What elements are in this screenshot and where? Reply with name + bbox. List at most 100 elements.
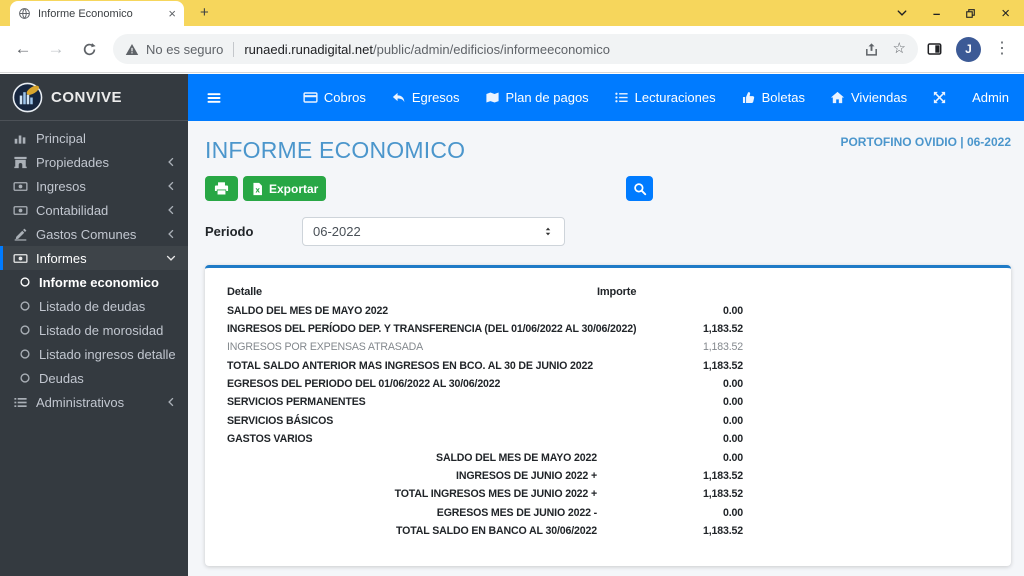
report-row-label: TOTAL SALDO EN BANCO AL 30/06/2022 (227, 522, 597, 540)
navbar-item-plan-de-pagos[interactable]: Plan de pagos (485, 90, 589, 105)
period-label: Periodo (205, 224, 302, 239)
sidebar-item-label: Principal (36, 131, 86, 146)
side-panel-icon[interactable] (926, 41, 943, 57)
sidebar-subitem-label: Listado de morosidad (39, 323, 163, 338)
export-label: Exportar (269, 182, 318, 196)
excel-file-icon (251, 182, 264, 196)
navbar-item-viviendas[interactable]: Viviendas (830, 90, 907, 105)
sidebar-subitem-label: Listado de deudas (39, 299, 145, 314)
window-minimize-button[interactable]: – (933, 6, 940, 21)
app-nav-items: Cobros Egresos Plan de pagos Lecturaciones B… (303, 90, 1009, 105)
select-updown-icon (542, 225, 554, 238)
avatar[interactable]: J (956, 37, 981, 62)
sidebar-item-propiedades[interactable]: Propiedades (0, 150, 188, 174)
navbar-item-label: Viviendas (851, 90, 907, 105)
column-header-detail: Detalle (227, 283, 597, 301)
report-row-label: EGRESOS MES DE JUNIO 2022 - (227, 504, 597, 522)
tab-search-chevron-icon[interactable] (896, 7, 908, 19)
navbar-item-cobros[interactable]: Cobros (303, 90, 366, 105)
thumbs-up-icon (741, 90, 756, 105)
new-tab-button[interactable]: + (200, 4, 209, 21)
report-row-value: 0.00 (597, 448, 743, 466)
sidebar-subitem-listado-de-deudas[interactable]: Listado de deudas (0, 294, 188, 318)
sidebar-subitem-informe-economico[interactable]: Informe economico (0, 270, 188, 294)
navbar-item-label: Cobros (324, 90, 366, 105)
angle-left-icon (162, 205, 179, 215)
report-row-label: INGRESOS POR EXPENSAS ATRASADA (227, 338, 597, 356)
sidebar-item-ingresos[interactable]: Ingresos (0, 174, 188, 198)
report-row-label: SERVICIOS BÁSICOS (227, 412, 597, 430)
hamburger-icon[interactable] (205, 90, 223, 106)
navbar-item-label: Lecturaciones (635, 90, 716, 105)
sidebar-subitem-listado-de-morosidad[interactable]: Listado de morosidad (0, 318, 188, 342)
print-button[interactable] (205, 176, 238, 201)
period-select[interactable]: 06-2022 (302, 217, 565, 246)
browser-tab[interactable]: Informe Economico × (10, 1, 184, 26)
sidebar-item-label: Contabilidad (36, 203, 108, 218)
sidebar-item-principal[interactable]: Principal (0, 126, 188, 150)
globe-icon (18, 7, 31, 20)
sidebar-subitem-listado-ingresos-detalle[interactable]: Listado ingresos detalle (0, 342, 188, 366)
back-icon[interactable]: ← (10, 39, 36, 59)
circle-icon (19, 324, 31, 336)
sidebar-subitem-label: Listado ingresos detalle (39, 347, 176, 362)
expand-arrows-icon (932, 90, 947, 105)
report-row: INGRESOS DEL PERÍODO DEP. Y TRANSFERENCI… (227, 320, 743, 338)
export-button[interactable]: Exportar (243, 176, 326, 201)
report-row-value: 0.00 (597, 504, 743, 522)
navbar-item-lecturaciones[interactable]: Lecturaciones (614, 90, 716, 105)
sidebar-item-gastos-comunes[interactable]: Gastos Comunes (0, 222, 188, 246)
angle-left-icon (162, 181, 179, 191)
report-row-value: 0.00 (597, 393, 743, 411)
report-row-label: TOTAL INGRESOS MES DE JUNIO 2022 + (227, 485, 597, 503)
report-row: TOTAL SALDO EN BANCO AL 30/06/20221,183.… (227, 522, 743, 540)
page-title: INFORME ECONOMICO (205, 137, 465, 164)
search-button[interactable] (626, 176, 653, 201)
convive-logo-icon (12, 82, 43, 113)
share-icon[interactable] (864, 42, 879, 57)
report-row: INGRESOS DE JUNIO 2022 +1,183.52 (227, 467, 743, 485)
angle-left-icon (162, 229, 179, 239)
pen-file-icon (12, 227, 29, 242)
navbar-item-label: Egresos (412, 90, 460, 105)
sidebar-subitem-deudas[interactable]: Deudas (0, 366, 188, 390)
window-close-button[interactable]: × (1001, 5, 1010, 22)
navbar-item-label: Plan de pagos (506, 90, 589, 105)
report-row: SALDO DEL MES DE MAYO 20220.00 (227, 301, 743, 319)
report-card: Detalle Importe SALDO DEL MES DE MAYO 20… (205, 265, 1011, 566)
report-row-label: TOTAL SALDO ANTERIOR MAS INGRESOS EN BCO… (227, 357, 597, 375)
report-row-value: 0.00 (597, 375, 743, 393)
tasks-icon (12, 395, 29, 410)
page-content: INFORME ECONOMICO PORTOFINO OVIDIO | 06-… (188, 121, 1024, 576)
chart-bar-icon (12, 131, 29, 146)
brand-name: CONVIVE (51, 89, 122, 106)
sidebar-item-label: Ingresos (36, 179, 86, 194)
url-bar[interactable]: No es seguro runaedi.runadigital.net /pu… (113, 34, 918, 64)
sidebar-item-informes[interactable]: Informes (0, 246, 188, 270)
navbar-item-admin[interactable]: Admin (972, 90, 1009, 105)
report-row-value: 1,183.52 (597, 338, 743, 356)
circle-icon (19, 300, 31, 312)
forward-icon[interactable]: → (43, 39, 69, 59)
angle-left-icon (162, 397, 179, 407)
report-row: TOTAL SALDO ANTERIOR MAS INGRESOS EN BCO… (227, 357, 743, 375)
navbar-item-expand[interactable] (932, 90, 947, 105)
home-icon (830, 90, 845, 105)
sidebar-item-label: Administrativos (36, 395, 124, 410)
navbar-item-egresos[interactable]: Egresos (391, 90, 460, 105)
tab-close-icon[interactable]: × (168, 6, 176, 21)
navbar-item-boletas[interactable]: Boletas (741, 90, 805, 105)
report-row-label: SERVICIOS PERMANENTES (227, 393, 597, 411)
report-row-value: 1,183.52 (597, 467, 743, 485)
report-row: TOTAL INGRESOS MES DE JUNIO 2022 +1,183.… (227, 485, 743, 503)
divider (233, 42, 234, 57)
sidebar-menu: Principal Propiedades Ingresos Contabilidad… (0, 121, 188, 414)
sidebar-item-administrativos[interactable]: Administrativos (0, 390, 188, 414)
sidebar: CONVIVE Principal Propiedades Ingresos Cont… (0, 74, 188, 576)
sidebar-subitem-label: Informe economico (39, 275, 159, 290)
brand[interactable]: CONVIVE (0, 74, 188, 121)
refresh-icon[interactable] (76, 42, 102, 57)
window-restore-button[interactable] (965, 8, 976, 19)
search-icon (633, 182, 647, 196)
sidebar-item-contabilidad[interactable]: Contabilidad (0, 198, 188, 222)
